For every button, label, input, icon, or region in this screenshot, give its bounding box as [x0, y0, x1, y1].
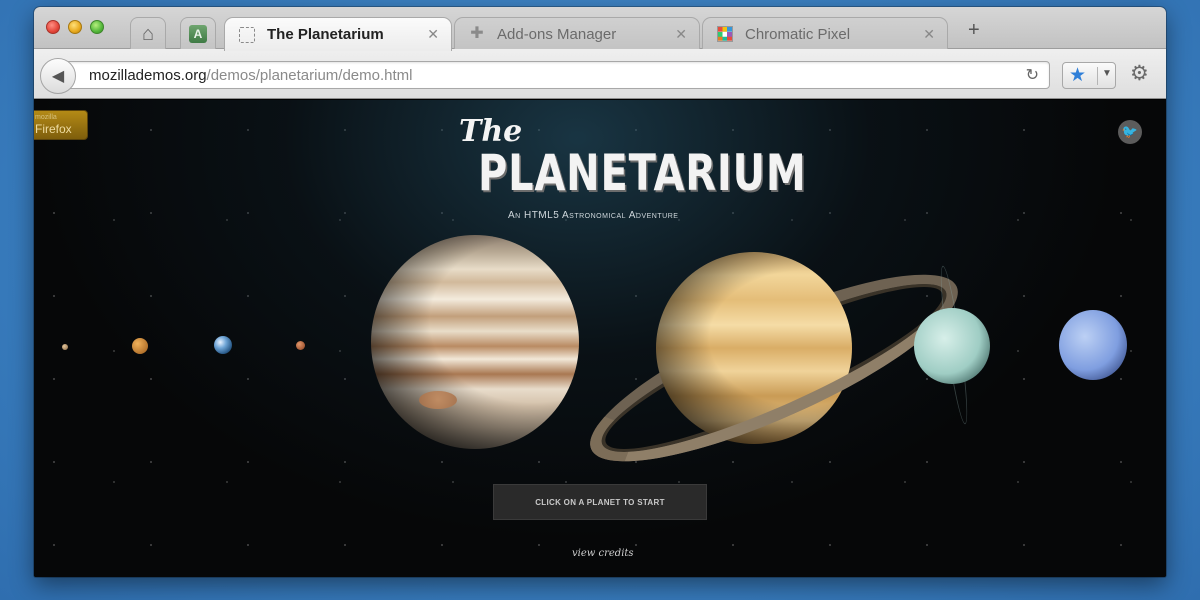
back-arrow-icon: ◀: [51, 68, 65, 85]
new-tab-button[interactable]: +: [968, 19, 980, 42]
chevron-down-icon[interactable]: ▼: [1102, 68, 1112, 79]
page-title: PLANETARIUM: [478, 144, 807, 202]
puzzle-icon: ✚: [470, 25, 484, 42]
home-tab[interactable]: ⌂: [130, 17, 166, 49]
tab-title: Chromatic Pixel: [745, 25, 851, 43]
bookmarks-button[interactable]: ★ ▼: [1062, 62, 1116, 89]
planet-neptune[interactable]: [1059, 310, 1127, 380]
reload-icon[interactable]: ↻: [1026, 65, 1039, 85]
tab-add-ons-manager[interactable]: ✚ Add-ons Manager ✕: [454, 17, 700, 50]
page-subtitle: An HTML5 Astronomical Adventure: [508, 210, 679, 221]
planet-mercury[interactable]: [62, 344, 68, 350]
dashed-square-icon: [239, 26, 255, 43]
planetarium-page: mozilla Firefox 🐦 The PLANETARIUM An HTM…: [34, 100, 1166, 577]
planet-venus[interactable]: [132, 338, 148, 354]
close-window-button[interactable]: [46, 20, 60, 34]
close-tab-icon[interactable]: ✕: [427, 26, 439, 43]
url-domain: mozillademos.org: [89, 67, 207, 84]
gear-icon[interactable]: ⚙: [1130, 63, 1149, 85]
badge-small-text: mozilla: [35, 114, 57, 121]
twitter-button[interactable]: 🐦: [1118, 120, 1142, 144]
browser-window: ⌂ A The Planetarium ✕ ✚ Add-ons Manager …: [34, 7, 1166, 577]
badge-text: Firefox: [35, 122, 72, 136]
home-icon: ⌂: [141, 22, 155, 45]
separator: [1097, 67, 1098, 85]
tab-title: Add-ons Manager: [497, 25, 617, 43]
planet-jupiter[interactable]: [371, 235, 579, 449]
tab-the-planetarium[interactable]: The Planetarium ✕: [224, 17, 452, 51]
planet-uranus[interactable]: [914, 308, 990, 384]
start-button[interactable]: CLICK ON A PLANET TO START: [493, 484, 707, 520]
view-credits-link[interactable]: view credits: [572, 548, 634, 559]
close-tab-icon[interactable]: ✕: [923, 26, 935, 43]
pixel-grid-icon: [717, 26, 733, 42]
url-bar[interactable]: mozillademos.org/demos/planetarium/demo.…: [60, 61, 1050, 89]
app-icon: A: [189, 24, 207, 43]
twitter-bird-icon: 🐦: [1121, 124, 1139, 139]
zoom-window-button[interactable]: [90, 20, 104, 34]
star-icon[interactable]: ★: [1069, 65, 1086, 87]
firefox-badge[interactable]: mozilla Firefox: [34, 110, 88, 140]
tab-chromatic-pixel[interactable]: Chromatic Pixel ✕: [702, 17, 948, 50]
tab-title: The Planetarium: [267, 26, 384, 43]
planet-mars[interactable]: [296, 341, 305, 350]
tab-bar: ⌂ A The Planetarium ✕ ✚ Add-ons Manager …: [34, 7, 1166, 51]
app-tab[interactable]: A: [180, 17, 216, 49]
planet-earth[interactable]: [214, 336, 232, 354]
great-red-spot: [419, 391, 457, 409]
close-tab-icon[interactable]: ✕: [675, 26, 687, 43]
url-text: mozillademos.org/demos/planetarium/demo.…: [89, 67, 412, 84]
back-button[interactable]: ◀: [40, 58, 76, 94]
nav-bar: ◀ mozillademos.org/demos/planetarium/dem…: [34, 49, 1166, 99]
minimize-window-button[interactable]: [68, 20, 82, 34]
url-path: /demos/planetarium/demo.html: [206, 67, 413, 84]
